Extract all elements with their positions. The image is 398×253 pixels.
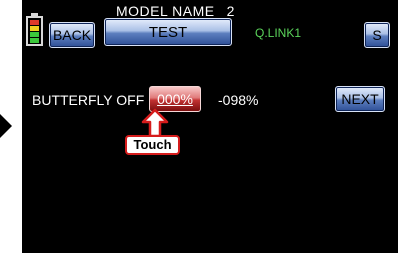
s-button[interactable]: S: [364, 22, 390, 48]
touch-callout-label: Touch: [125, 135, 180, 155]
transmitter-screen: BACK MODEL NAME 2 TEST Q.LINK1 S BUTTERFL…: [22, 0, 398, 253]
page-pointer-arrow-icon: [0, 114, 12, 138]
model-name-caption: MODEL NAME 2: [116, 3, 256, 19]
model-number: 2: [226, 3, 235, 19]
model-name-button[interactable]: TEST: [104, 18, 232, 46]
up-arrow-icon: [141, 108, 169, 138]
s-button-label: S: [372, 27, 382, 43]
link-status-label: Q.LINK1: [255, 26, 302, 40]
model-name-value: TEST: [148, 23, 188, 41]
next-button[interactable]: NEXT: [335, 86, 385, 112]
butterfly-negative-value: -098%: [218, 92, 259, 108]
next-button-label: NEXT: [341, 91, 379, 107]
butterfly-off-label: BUTTERFLY OFF: [32, 92, 145, 108]
butterfly-value: 000%: [157, 91, 193, 107]
back-button[interactable]: BACK: [49, 22, 95, 48]
battery-icon: [26, 13, 43, 46]
model-name-panel: MODEL NAME 2 TEST: [104, 0, 256, 48]
model-name-label: MODEL NAME: [116, 3, 215, 19]
back-button-label: BACK: [52, 27, 92, 43]
